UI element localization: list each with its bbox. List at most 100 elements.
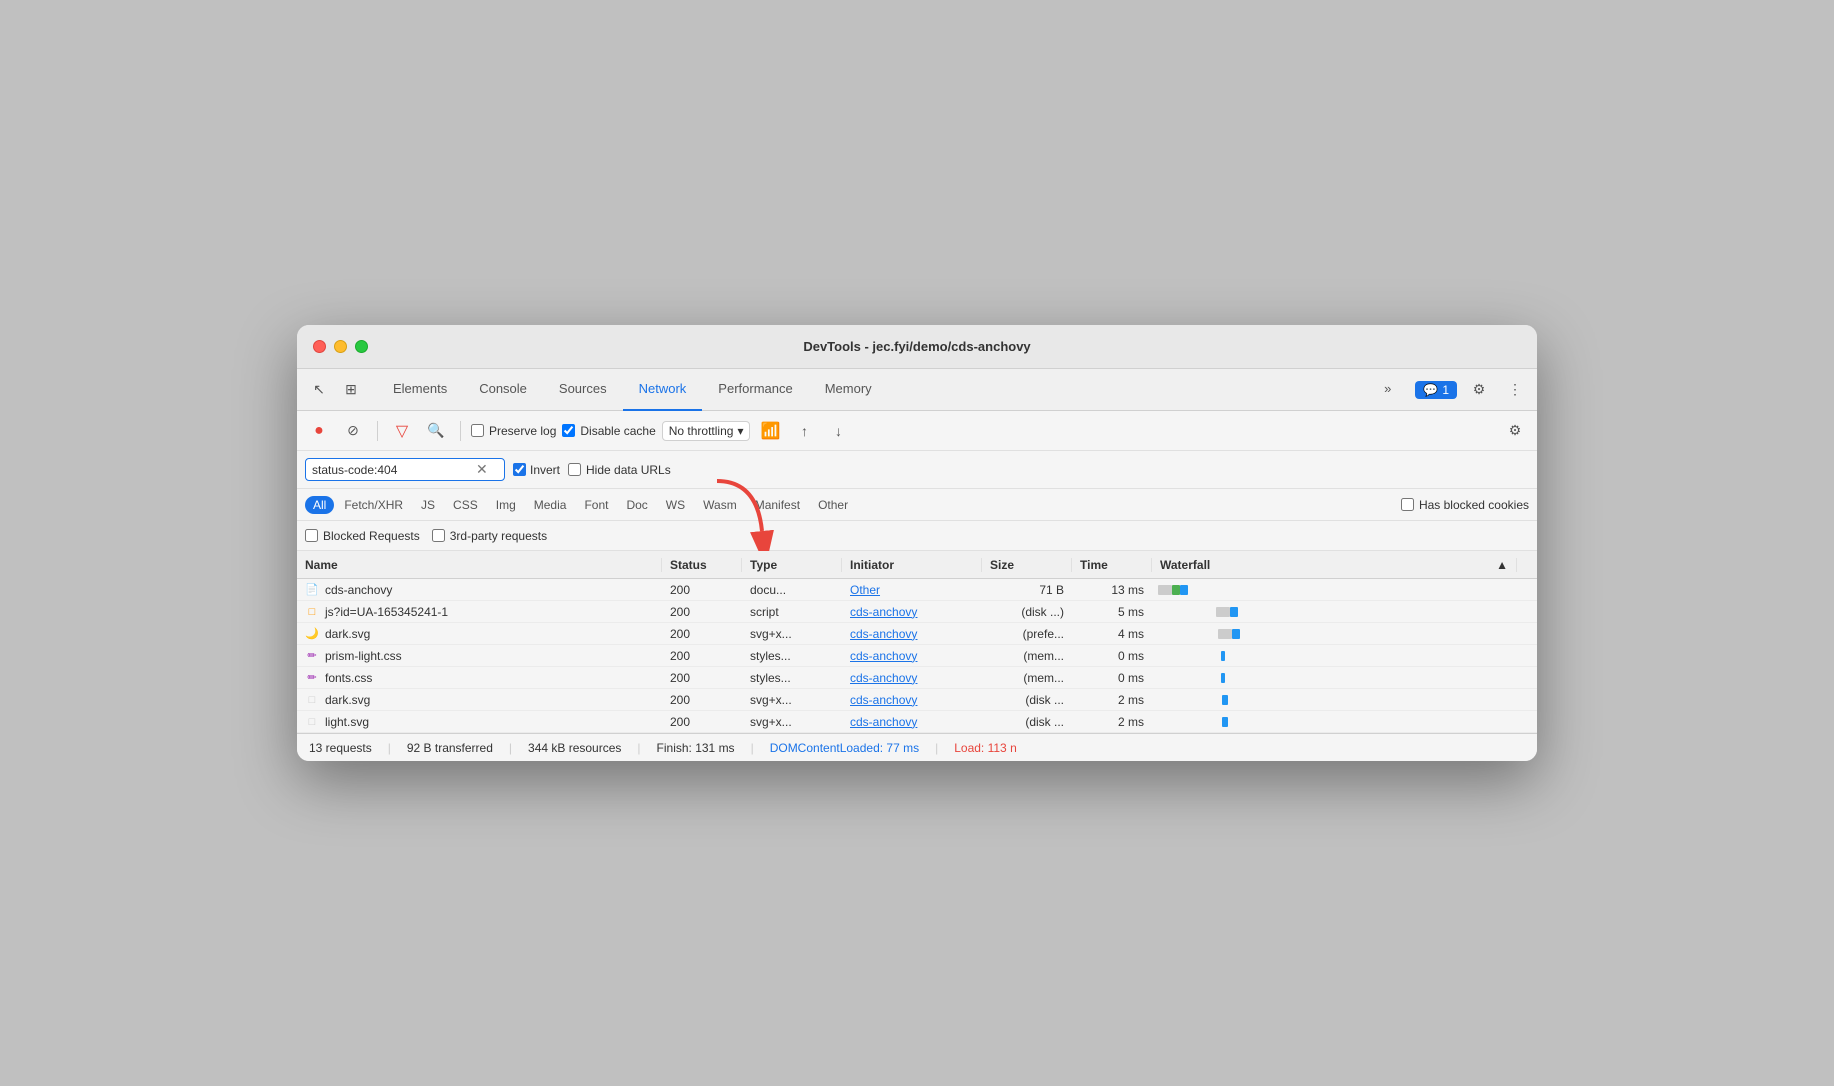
table-row[interactable]: 🌙dark.svg200svg+x...cds-anchovy(prefe...… — [297, 623, 1537, 645]
filter-button[interactable]: ▽ — [388, 417, 416, 445]
cursor-icon[interactable]: ↖ — [305, 376, 333, 404]
filter-manifest[interactable]: Manifest — [747, 496, 808, 514]
file-type-icon: □ — [305, 693, 319, 707]
window-title: DevTools - jec.fyi/demo/cds-anchovy — [803, 339, 1030, 354]
row-name: □dark.svg — [297, 693, 662, 707]
th-type[interactable]: Type — [742, 558, 842, 572]
row-status: 200 — [662, 715, 742, 729]
record-button[interactable]: ● — [305, 417, 333, 445]
filter-font[interactable]: Font — [576, 496, 616, 514]
row-initiator: Other — [842, 583, 982, 597]
devtools-settings-button[interactable]: ⚙ — [1465, 376, 1493, 404]
row-initiator[interactable]: cds-anchovy — [842, 605, 982, 619]
wifi-icon[interactable]: 📶 — [756, 417, 784, 445]
hide-data-urls-checkbox[interactable] — [568, 463, 581, 476]
table-body: 📄cds-anchovy200docu...Other71 B13 ms□js?… — [297, 579, 1537, 733]
clear-search-button[interactable]: ✕ — [476, 461, 488, 478]
invert-checkbox[interactable] — [513, 463, 526, 476]
blocked-requests-label[interactable]: Blocked Requests — [305, 529, 420, 543]
clear-button[interactable]: ⊘ — [339, 417, 367, 445]
filter-extra: Has blocked cookies — [1401, 498, 1529, 512]
filter-other[interactable]: Other — [810, 496, 856, 514]
blocked-requests-checkbox[interactable] — [305, 529, 318, 542]
th-time[interactable]: Time — [1072, 558, 1152, 572]
th-waterfall[interactable]: Waterfall ▲ — [1152, 558, 1517, 572]
table-row[interactable]: 📄cds-anchovy200docu...Other71 B13 ms — [297, 579, 1537, 601]
third-party-checkbox[interactable] — [432, 529, 445, 542]
filter-css[interactable]: CSS — [445, 496, 486, 514]
table-row[interactable]: □js?id=UA-165345241-1200scriptcds-anchov… — [297, 601, 1537, 623]
table-row[interactable]: ✏fonts.css200styles...cds-anchovy(mem...… — [297, 667, 1537, 689]
requests-count: 13 requests — [309, 741, 372, 755]
row-name: □js?id=UA-165345241-1 — [297, 605, 662, 619]
row-initiator[interactable]: cds-anchovy — [842, 627, 982, 641]
file-type-icon: 🌙 — [305, 627, 319, 641]
devtools-more-button[interactable]: ⋮ — [1501, 376, 1529, 404]
row-initiator[interactable]: cds-anchovy — [842, 693, 982, 707]
network-settings-button[interactable]: ⚙ — [1501, 417, 1529, 445]
row-type: svg+x... — [742, 715, 842, 729]
device-icon[interactable]: ⊞ — [337, 376, 365, 404]
third-party-label[interactable]: 3rd-party requests — [432, 529, 547, 543]
search-input-wrap[interactable]: ✕ — [305, 458, 505, 481]
tab-memory[interactable]: Memory — [809, 369, 888, 411]
filter-fetch-xhr[interactable]: Fetch/XHR — [336, 496, 411, 514]
th-initiator[interactable]: Initiator — [842, 558, 982, 572]
filter-doc[interactable]: Doc — [618, 496, 655, 514]
has-blocked-cookies-checkbox[interactable] — [1401, 498, 1414, 511]
row-waterfall — [1152, 713, 1517, 731]
maximize-button[interactable] — [355, 340, 368, 353]
row-waterfall — [1152, 603, 1517, 621]
th-name[interactable]: Name — [297, 558, 662, 572]
row-type: styles... — [742, 671, 842, 685]
search-button[interactable]: 🔍 — [422, 417, 450, 445]
row-type: docu... — [742, 583, 842, 597]
th-size[interactable]: Size — [982, 558, 1072, 572]
invert-label[interactable]: Invert — [513, 463, 560, 477]
search-input[interactable] — [312, 463, 472, 477]
chat-badge[interactable]: 💬 1 — [1415, 381, 1457, 399]
filter-ws[interactable]: WS — [658, 496, 693, 514]
disable-cache-label[interactable]: Disable cache — [562, 424, 655, 438]
table-row[interactable]: □dark.svg200svg+x...cds-anchovy(disk ...… — [297, 689, 1537, 711]
row-initiator[interactable]: cds-anchovy — [842, 649, 982, 663]
row-status: 200 — [662, 583, 742, 597]
upload-button[interactable]: ↑ — [790, 417, 818, 445]
toolbar-separator-1 — [377, 421, 378, 441]
tab-performance[interactable]: Performance — [702, 369, 808, 411]
filter-js[interactable]: JS — [413, 496, 443, 514]
tab-console[interactable]: Console — [463, 369, 543, 411]
preserve-log-label[interactable]: Preserve log — [471, 424, 556, 438]
filter-all[interactable]: All — [305, 496, 334, 514]
table-row[interactable]: ✏prism-light.css200styles...cds-anchovy(… — [297, 645, 1537, 667]
hide-data-urls-label[interactable]: Hide data URLs — [568, 463, 671, 477]
tab-network[interactable]: Network — [623, 369, 703, 411]
filter-wasm[interactable]: Wasm — [695, 496, 745, 514]
more-tabs-button[interactable]: » — [1368, 369, 1407, 411]
tab-sources[interactable]: Sources — [543, 369, 623, 411]
row-size: 71 B — [982, 583, 1072, 597]
table-row[interactable]: □light.svg200svg+x...cds-anchovy(disk ..… — [297, 711, 1537, 733]
traffic-lights — [313, 340, 368, 353]
tab-elements[interactable]: Elements — [377, 369, 463, 411]
filter-media[interactable]: Media — [526, 496, 575, 514]
download-button[interactable]: ↓ — [824, 417, 852, 445]
file-type-icon: □ — [305, 605, 319, 619]
th-status[interactable]: Status — [662, 558, 742, 572]
row-waterfall — [1152, 581, 1517, 599]
has-blocked-cookies-label[interactable]: Has blocked cookies — [1401, 498, 1529, 512]
row-initiator[interactable]: cds-anchovy — [842, 671, 982, 685]
finish-time: Finish: 131 ms — [657, 741, 735, 755]
row-status: 200 — [662, 649, 742, 663]
minimize-button[interactable] — [334, 340, 347, 353]
filter-img[interactable]: Img — [488, 496, 524, 514]
throttle-select[interactable]: No throttling ▾ — [662, 421, 751, 441]
row-status: 200 — [662, 671, 742, 685]
file-type-icon: ✏ — [305, 671, 319, 685]
disable-cache-checkbox[interactable] — [562, 424, 575, 437]
close-button[interactable] — [313, 340, 326, 353]
preserve-log-checkbox[interactable] — [471, 424, 484, 437]
row-time: 0 ms — [1072, 649, 1152, 663]
file-type-icon: 📄 — [305, 583, 319, 597]
resources-size: 344 kB resources — [528, 741, 621, 755]
